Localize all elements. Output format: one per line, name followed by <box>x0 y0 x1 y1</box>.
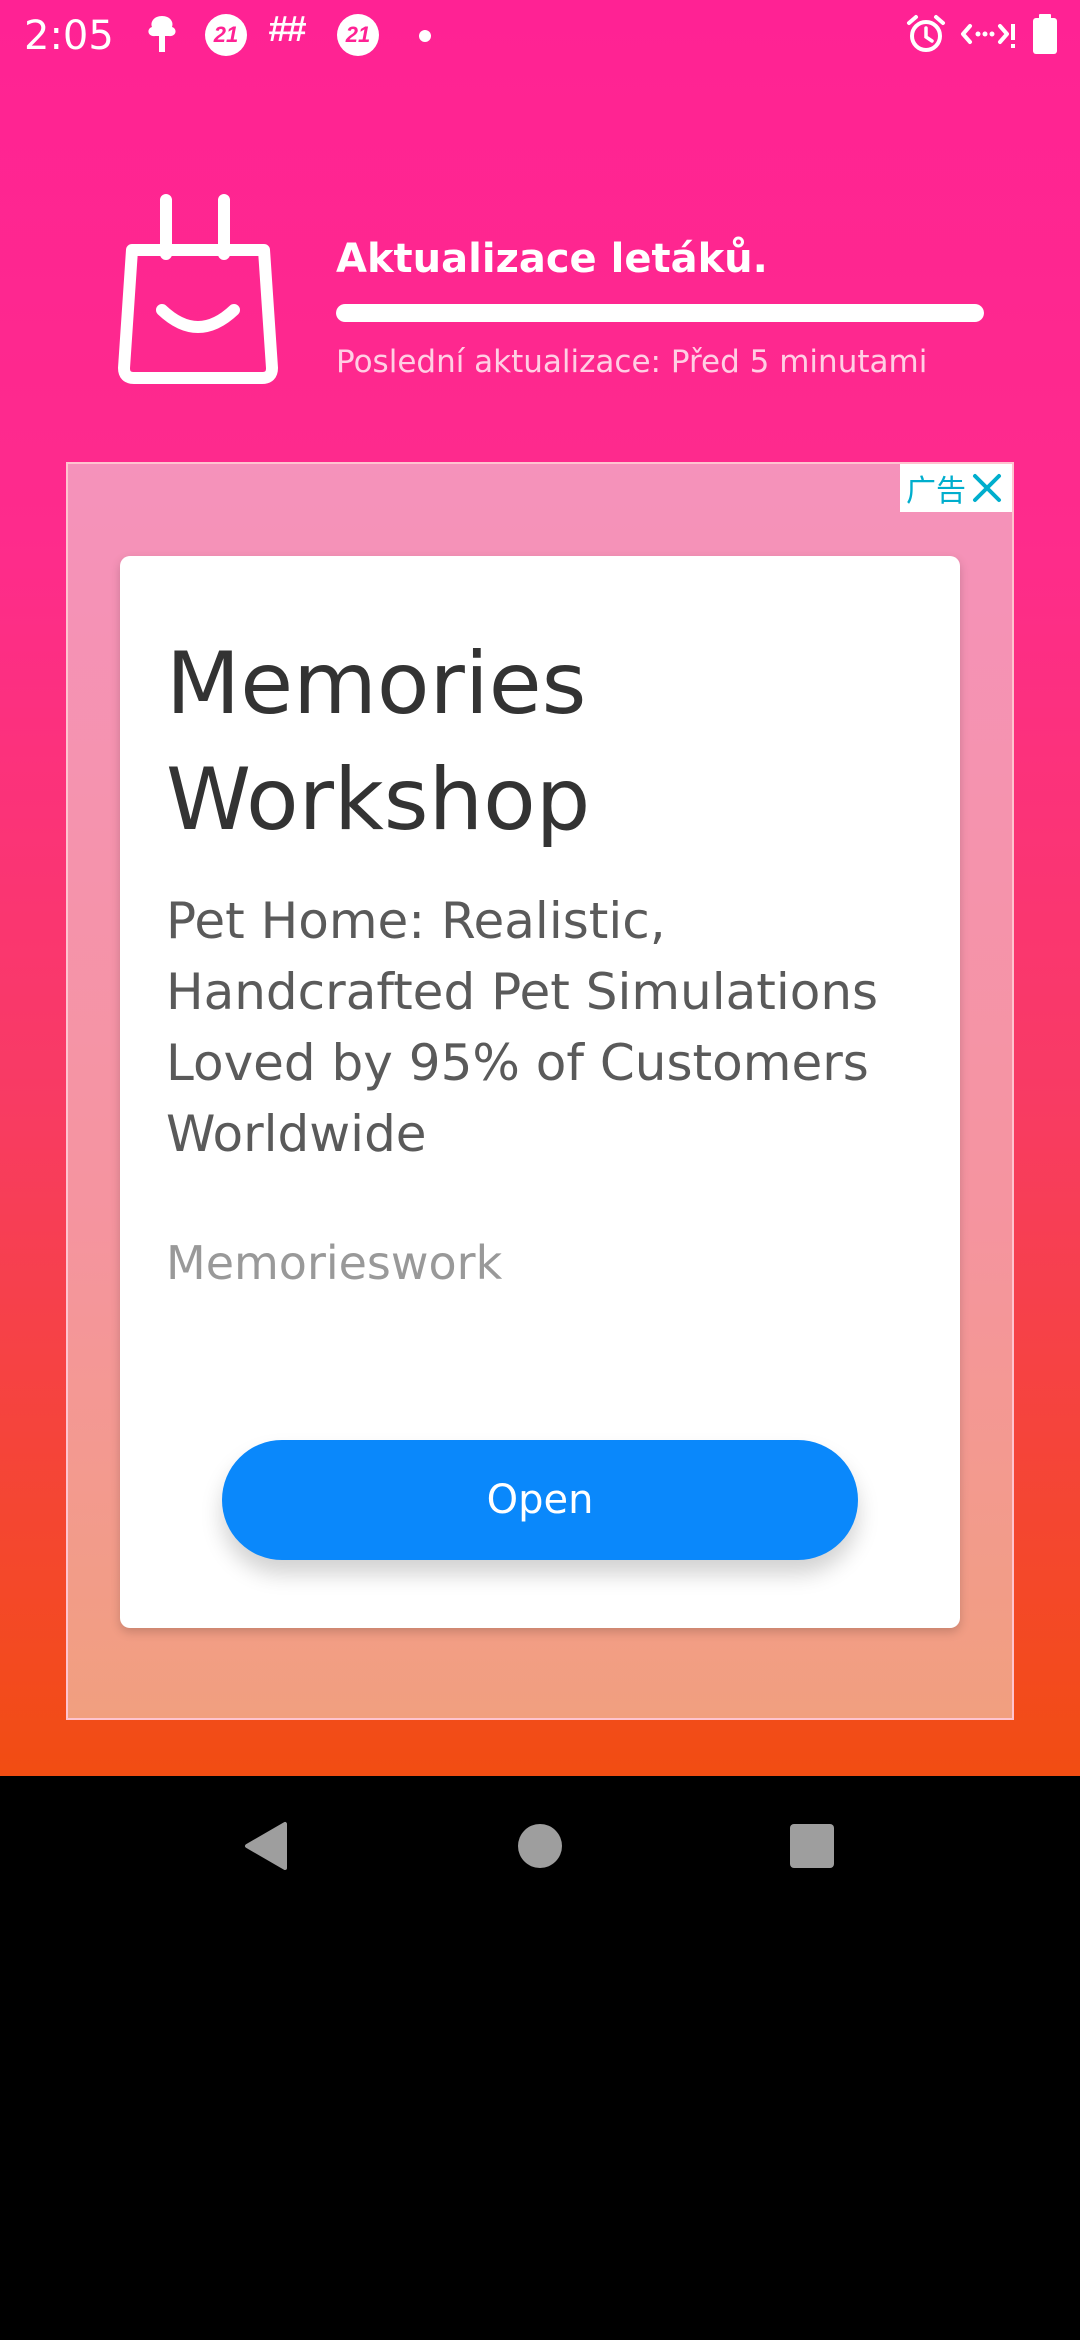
tally-icon: ## <box>268 8 306 49</box>
update-progress-bar <box>336 304 984 322</box>
tree-icon <box>140 12 184 56</box>
back-icon[interactable] <box>241 1820 293 1872</box>
ad-advertiser: Memorieswork <box>166 1236 503 1290</box>
battery-icon <box>1030 12 1060 56</box>
badge-21-icon: 21 <box>205 14 247 56</box>
alarm-icon <box>904 12 948 56</box>
status-bar: 2:05 21 ## 21 <box>0 0 1080 72</box>
ad-choices[interactable]: 广告 <box>900 464 1012 512</box>
home-icon[interactable] <box>514 1820 566 1872</box>
open-button[interactable]: Open <box>222 1440 858 1560</box>
dot-icon <box>419 30 431 42</box>
data-saver-icon <box>960 12 1018 56</box>
ad-container[interactable]: 广告 Memories Workshop Pet Home: Realistic… <box>66 462 1014 1720</box>
last-update-text: Poslední aktualizace: Před 5 minutami <box>336 344 928 380</box>
ad-headline: Memories Workshop <box>166 634 591 850</box>
update-progress-fill <box>336 304 984 322</box>
update-title: Aktualizace letáků. <box>336 236 768 282</box>
ad-card[interactable]: Memories Workshop Pet Home: Realistic, H… <box>120 556 960 1628</box>
status-time: 2:05 <box>24 13 114 59</box>
navigation-bar <box>0 1776 1080 1916</box>
shopping-bag-smile-icon <box>118 192 278 388</box>
recents-icon[interactable] <box>786 1820 838 1872</box>
app-screen: 2:05 21 ## 21 Aktualizace letáků. Posled… <box>0 0 1080 1776</box>
ad-label: 广告 <box>906 474 966 509</box>
ad-body: Pet Home: Realistic, Handcrafted Pet Sim… <box>166 892 879 1163</box>
badge-21-icon: 21 <box>337 14 379 56</box>
close-icon[interactable] <box>970 471 1004 505</box>
